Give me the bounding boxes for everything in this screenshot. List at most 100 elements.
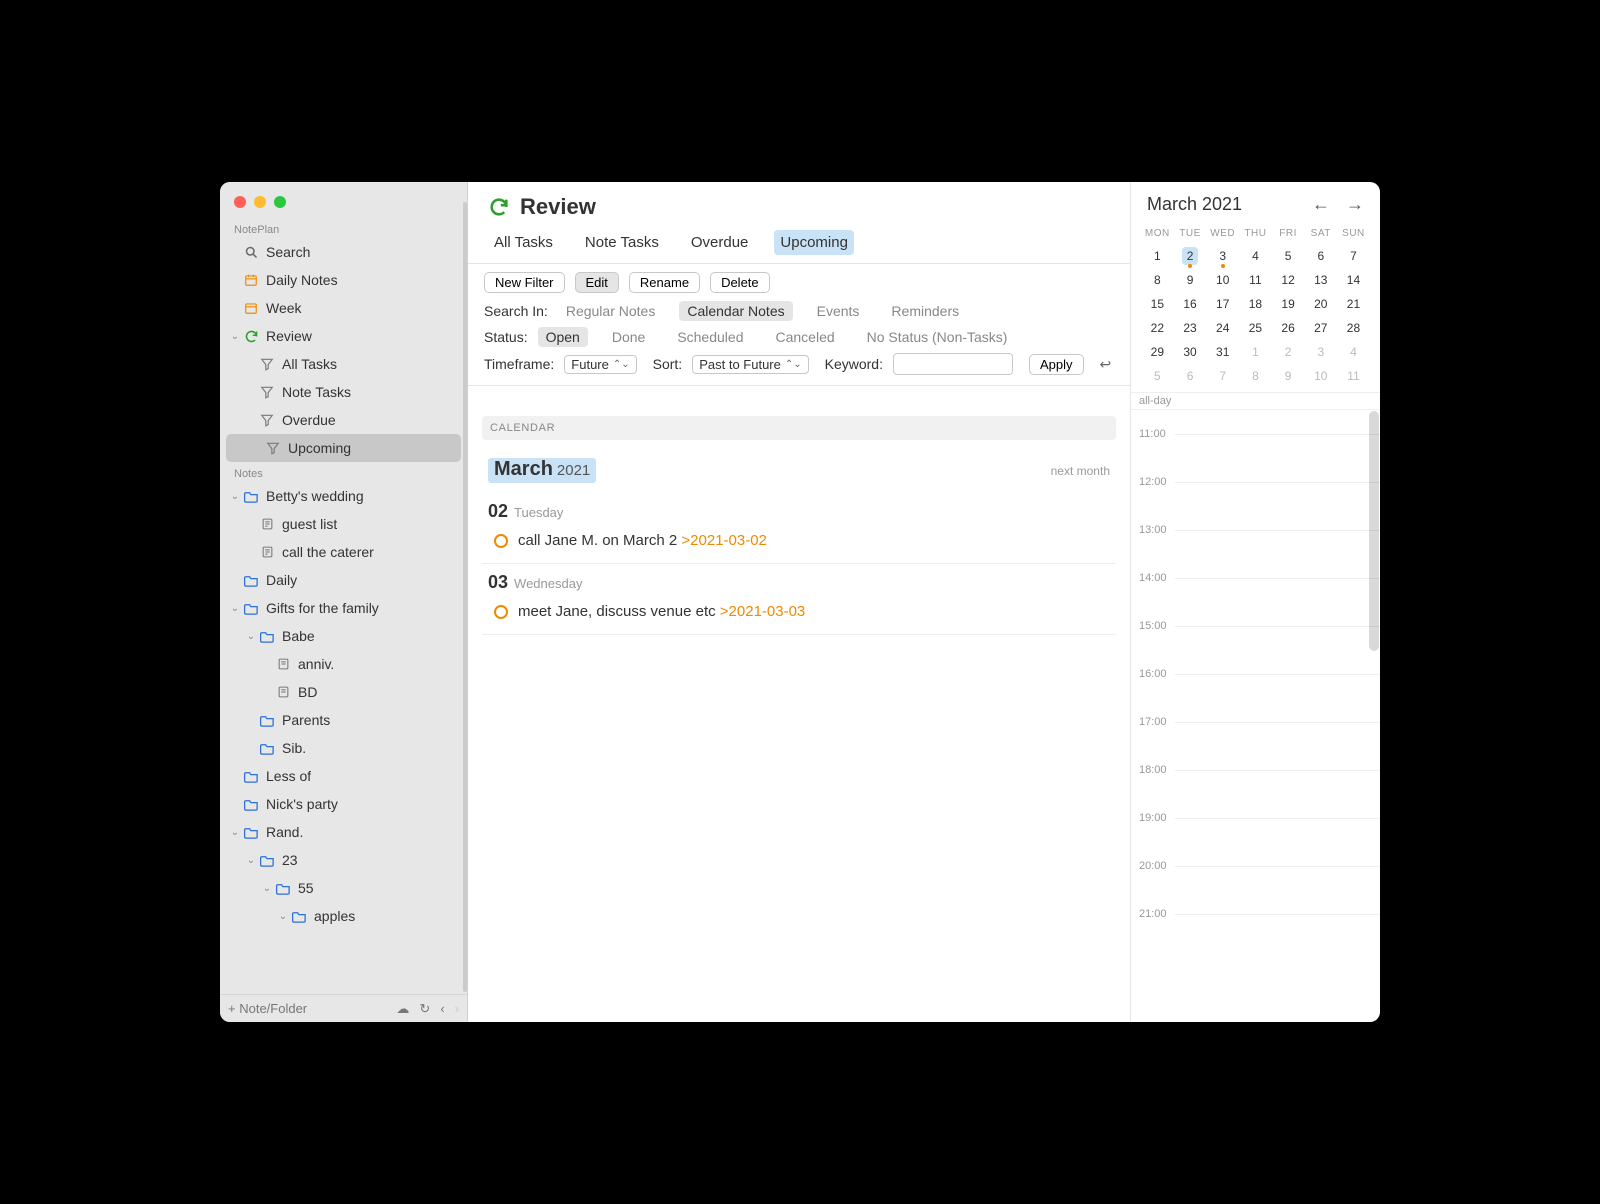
- edit-button[interactable]: Edit: [575, 272, 619, 293]
- sidebar-item-overdue[interactable]: Overdue: [220, 406, 467, 434]
- calendar-day[interactable]: 26: [1272, 316, 1305, 340]
- chevron-down-icon[interactable]: ⌄: [244, 631, 258, 642]
- sidebar-note-bd[interactable]: BD: [220, 678, 467, 706]
- sidebar-folder-bettys-wedding[interactable]: ⌄ Betty's wedding: [220, 482, 467, 510]
- calendar-day[interactable]: 7: [1206, 364, 1239, 388]
- calendar-day[interactable]: 14: [1337, 268, 1370, 292]
- chip-events[interactable]: Events: [809, 301, 868, 321]
- calendar-day[interactable]: 16: [1174, 292, 1207, 316]
- calendar-day[interactable]: 10: [1206, 268, 1239, 292]
- sidebar-folder-nicks-party[interactable]: Nick's party: [220, 790, 467, 818]
- calendar-day[interactable]: 6: [1304, 244, 1337, 268]
- sidebar-folder-parents[interactable]: Parents: [220, 706, 467, 734]
- calendar-day[interactable]: 8: [1239, 364, 1272, 388]
- sidebar-folder-sib[interactable]: Sib.: [220, 734, 467, 762]
- calendar-day[interactable]: 4: [1239, 244, 1272, 268]
- calendar-day[interactable]: 30: [1174, 340, 1207, 364]
- chip-status-scheduled[interactable]: Scheduled: [669, 327, 751, 347]
- minimize-window-button[interactable]: [254, 196, 266, 208]
- calendar-day[interactable]: 7: [1337, 244, 1370, 268]
- chevron-down-icon[interactable]: ⌄: [228, 603, 242, 614]
- timeline[interactable]: 11:0012:0013:0014:0015:0016:0017:0018:00…: [1131, 410, 1380, 1022]
- calendar-day[interactable]: 31: [1206, 340, 1239, 364]
- calendar-day[interactable]: 21: [1337, 292, 1370, 316]
- chevron-down-icon[interactable]: ⌄: [276, 911, 290, 922]
- sidebar-item-note-tasks[interactable]: Note Tasks: [220, 378, 467, 406]
- tab-overdue[interactable]: Overdue: [685, 230, 755, 255]
- chevron-down-icon[interactable]: ⌄: [228, 827, 242, 838]
- chip-reminders[interactable]: Reminders: [883, 301, 967, 321]
- apply-button[interactable]: Apply: [1029, 354, 1084, 375]
- task-checkbox-icon[interactable]: [494, 605, 508, 619]
- sidebar-folder-55[interactable]: ⌄ 55: [220, 874, 467, 902]
- refresh-icon[interactable]: ↻: [419, 1001, 430, 1017]
- chip-regular-notes[interactable]: Regular Notes: [558, 301, 664, 321]
- task-row[interactable]: call Jane M. on March 2 >2021-03-02: [488, 522, 1110, 549]
- close-window-button[interactable]: [234, 196, 246, 208]
- cloud-sync-icon[interactable]: ☁︎: [396, 1001, 409, 1017]
- calendar-day[interactable]: 22: [1141, 316, 1174, 340]
- calendar-day[interactable]: 17: [1206, 292, 1239, 316]
- calendar-day[interactable]: 13: [1304, 268, 1337, 292]
- calendar-day[interactable]: 8: [1141, 268, 1174, 292]
- chip-calendar-notes[interactable]: Calendar Notes: [679, 301, 792, 321]
- calendar-day[interactable]: 20: [1304, 292, 1337, 316]
- sidebar-folder-babe[interactable]: ⌄ Babe: [220, 622, 467, 650]
- calendar-day[interactable]: 11: [1337, 364, 1370, 388]
- chip-status-done[interactable]: Done: [604, 327, 653, 347]
- calendar-day[interactable]: 23: [1174, 316, 1207, 340]
- sidebar-item-week[interactable]: Week: [220, 294, 467, 322]
- calendar-day[interactable]: 15: [1141, 292, 1174, 316]
- sidebar-folder-gifts[interactable]: ⌄ Gifts for the family: [220, 594, 467, 622]
- sidebar-folder-apples[interactable]: ⌄ apples: [220, 902, 467, 930]
- sidebar-folder-rand[interactable]: ⌄ Rand.: [220, 818, 467, 846]
- calendar-day[interactable]: 4: [1337, 340, 1370, 364]
- tab-all-tasks[interactable]: All Tasks: [488, 230, 559, 255]
- calendar-day[interactable]: 18: [1239, 292, 1272, 316]
- maximize-window-button[interactable]: [274, 196, 286, 208]
- calendar-day[interactable]: 5: [1141, 364, 1174, 388]
- sidebar-note-guest-list[interactable]: guest list: [220, 510, 467, 538]
- sidebar-item-search[interactable]: Search: [220, 238, 467, 266]
- calendar-day[interactable]: 2: [1272, 340, 1305, 364]
- sidebar-item-daily-notes[interactable]: Daily Notes: [220, 266, 467, 294]
- sidebar-folder-daily[interactable]: Daily: [220, 566, 467, 594]
- calendar-prev-icon[interactable]: ←: [1312, 194, 1330, 215]
- rename-button[interactable]: Rename: [629, 272, 700, 293]
- chevron-down-icon[interactable]: ⌄: [260, 883, 274, 894]
- calendar-day[interactable]: 29: [1141, 340, 1174, 364]
- calendar-day[interactable]: 1: [1141, 244, 1174, 268]
- delete-button[interactable]: Delete: [710, 272, 770, 293]
- calendar-day[interactable]: 3: [1304, 340, 1337, 364]
- tab-upcoming[interactable]: Upcoming: [774, 230, 854, 255]
- sidebar-item-all-tasks[interactable]: All Tasks: [220, 350, 467, 378]
- calendar-day[interactable]: 9: [1174, 268, 1207, 292]
- sort-select[interactable]: Past to Future⌃⌄: [692, 355, 808, 374]
- chevron-down-icon[interactable]: ⌄: [228, 331, 242, 342]
- calendar-day[interactable]: 5: [1272, 244, 1305, 268]
- sidebar-folder-23[interactable]: ⌄ 23: [220, 846, 467, 874]
- next-month-link[interactable]: next month: [1051, 464, 1110, 478]
- keyword-input[interactable]: [893, 353, 1013, 375]
- task-row[interactable]: meet Jane, discuss venue etc >2021-03-03: [488, 593, 1110, 620]
- calendar-day[interactable]: 1: [1239, 340, 1272, 364]
- forward-arrow-icon[interactable]: ›: [455, 1001, 459, 1016]
- chevron-down-icon[interactable]: ⌄: [228, 491, 242, 502]
- calendar-day[interactable]: 10: [1304, 364, 1337, 388]
- tab-note-tasks[interactable]: Note Tasks: [579, 230, 665, 255]
- calendar-day[interactable]: 28: [1337, 316, 1370, 340]
- sidebar-scrollbar[interactable]: [463, 202, 467, 992]
- calendar-day[interactable]: 2: [1174, 244, 1207, 268]
- chip-status-open[interactable]: Open: [538, 327, 588, 347]
- sidebar-note-anniv[interactable]: anniv.: [220, 650, 467, 678]
- calendar-day[interactable]: 12: [1272, 268, 1305, 292]
- calendar-next-icon[interactable]: →: [1346, 194, 1364, 215]
- timeframe-select[interactable]: Future⌃⌄: [564, 355, 636, 374]
- calendar-day[interactable]: 3: [1206, 244, 1239, 268]
- calendar-day[interactable]: 19: [1272, 292, 1305, 316]
- new-filter-button[interactable]: New Filter: [484, 272, 565, 293]
- calendar-day[interactable]: 11: [1239, 268, 1272, 292]
- sidebar-item-upcoming[interactable]: Upcoming: [226, 434, 461, 462]
- calendar-day[interactable]: 27: [1304, 316, 1337, 340]
- chip-status-canceled[interactable]: Canceled: [767, 327, 842, 347]
